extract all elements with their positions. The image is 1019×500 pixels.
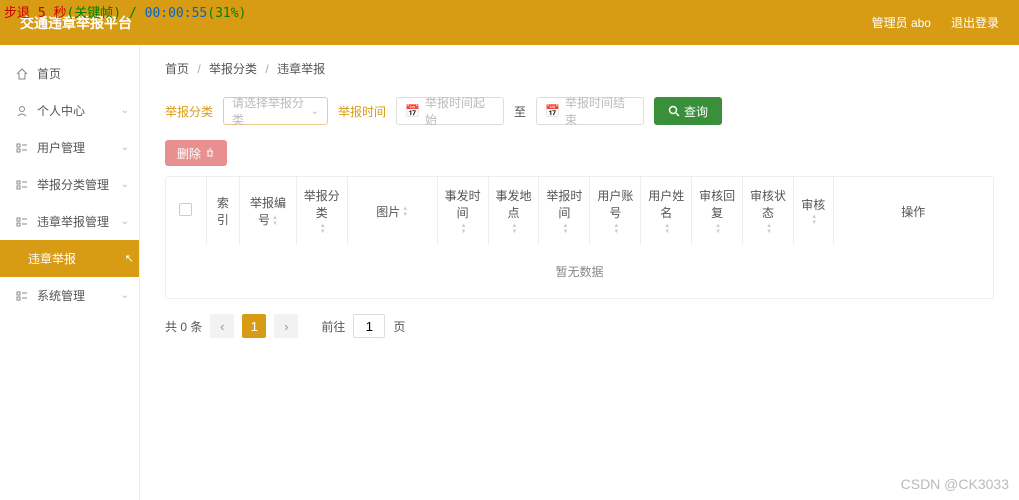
sidebar-item-label: 举报分类管理 [37, 176, 109, 193]
sort-icon[interactable] [461, 223, 467, 235]
breadcrumb: 首页 / 举报分类 / 违章举报 [165, 60, 994, 77]
query-button[interactable]: 查询 [654, 97, 722, 125]
select-placeholder: 请选择举报分类 [232, 94, 311, 128]
cursor-icon: ↖ [125, 252, 134, 265]
to-label: 至 [514, 103, 526, 120]
category-select[interactable]: 请选择举报分类 ⌄ [223, 97, 328, 125]
chevron-down-icon: ⌄ [311, 106, 319, 117]
chevron-down-icon: ⌄ [121, 179, 129, 190]
chevron-down-icon: ⌄ [121, 216, 129, 227]
col-username: 用户姓名 [641, 177, 692, 245]
calendar-icon: 📅 [405, 104, 420, 118]
debug-overlay: 步退 5 秒(关键帧) / 00:00:55(31%) [0, 0, 250, 23]
empty-text: 暂无数据 [166, 245, 993, 298]
header-right: 管理员 abo 退出登录 [872, 14, 999, 31]
filter-time-label: 举报时间 [338, 103, 386, 120]
next-page-button[interactable]: › [274, 314, 298, 338]
sort-icon[interactable] [664, 223, 670, 235]
chevron-down-icon: ⌄ [121, 105, 129, 116]
query-label: 查询 [684, 103, 708, 120]
col-audit: 审核 [794, 177, 833, 245]
main-content: 首页 / 举报分类 / 违章举报 举报分类 请选择举报分类 ⌄ 举报时间 📅 举… [140, 45, 1019, 500]
sidebar-item-label: 系统管理 [37, 287, 85, 304]
col-ops: 操作 [833, 177, 993, 245]
col-status: 审核状态 [743, 177, 794, 245]
sidebar-item-category[interactable]: 举报分类管理 ⌄ [0, 166, 139, 203]
sort-icon[interactable] [715, 223, 721, 235]
sidebar-item-profile[interactable]: 个人中心 ⌄ [0, 92, 139, 129]
user-icon [15, 104, 29, 118]
sidebar-item-users[interactable]: 用户管理 ⌄ [0, 129, 139, 166]
page-suffix: 页 [393, 318, 405, 335]
sidebar-item-label: 个人中心 [37, 102, 85, 119]
col-index: 索引 [206, 177, 240, 245]
admin-label[interactable]: 管理员 abo [872, 14, 931, 31]
sort-icon[interactable] [811, 214, 817, 226]
sidebar-item-label: 违章举报管理 [37, 213, 109, 230]
col-category: 举报分类 [296, 177, 347, 245]
sidebar-item-report[interactable]: 违章举报 ↖ [0, 240, 139, 277]
start-date-input[interactable]: 📅 举报时间起始 [396, 97, 504, 125]
col-image: 图片 [347, 177, 437, 245]
sidebar-item-report-mgmt[interactable]: 违章举报管理 ⌄ [0, 203, 139, 240]
goto-input[interactable] [353, 314, 385, 338]
col-report-time: 举报时间 [539, 177, 590, 245]
sort-icon[interactable] [613, 223, 619, 235]
list-icon [15, 178, 29, 192]
col-reply: 审核回复 [692, 177, 743, 245]
list-icon [15, 215, 29, 229]
table-wrap: 索引 举报编号 举报分类 图片 事发时间 事发地点 举报时间 用户账号 用户姓名… [165, 176, 994, 299]
sidebar-item-label: 首页 [37, 65, 61, 82]
breadcrumb-home[interactable]: 首页 [165, 62, 189, 76]
filter-category-label: 举报分类 [165, 103, 213, 120]
page-1-button[interactable]: 1 [242, 314, 266, 338]
watermark: CSDN @CK3033 [901, 476, 1009, 492]
goto-label: 前往 [321, 318, 345, 335]
sidebar-item-system[interactable]: 系统管理 ⌄ [0, 277, 139, 314]
chevron-down-icon: ⌄ [121, 290, 129, 301]
chevron-down-icon: ⌄ [121, 142, 129, 153]
col-account: 用户账号 [590, 177, 641, 245]
col-event-loc: 事发地点 [488, 177, 539, 245]
data-table: 索引 举报编号 举报分类 图片 事发时间 事发地点 举报时间 用户账号 用户姓名… [166, 177, 993, 298]
sort-icon[interactable] [320, 223, 326, 235]
breadcrumb-current: 违章举报 [277, 62, 325, 76]
sort-icon[interactable] [562, 223, 568, 235]
search-icon [668, 105, 680, 117]
sort-icon[interactable] [272, 215, 278, 227]
filter-row: 举报分类 请选择举报分类 ⌄ 举报时间 📅 举报时间起始 至 📅 举报时间结束 … [165, 97, 994, 125]
sort-icon[interactable] [402, 206, 408, 218]
trash-icon [205, 148, 215, 158]
list-icon [15, 289, 29, 303]
sidebar-item-label: 违章举报 [28, 250, 76, 267]
date-placeholder: 举报时间结束 [565, 94, 635, 128]
pagination: 共 0 条 ‹ 1 › 前往 页 [165, 314, 994, 338]
sidebar-item-home[interactable]: 首页 [0, 55, 139, 92]
col-report-no: 举报编号 [240, 177, 297, 245]
date-placeholder: 举报时间起始 [425, 94, 495, 128]
col-event-time: 事发时间 [437, 177, 488, 245]
delete-label: 删除 [177, 145, 201, 162]
sidebar-item-label: 用户管理 [37, 139, 85, 156]
home-icon [15, 67, 29, 81]
calendar-icon: 📅 [545, 104, 560, 118]
sidebar: 首页 个人中心 ⌄ 用户管理 ⌄ 举报分类管理 ⌄ 违章举报管理 ⌄ 违章举报 … [0, 45, 140, 500]
sort-icon[interactable] [766, 223, 772, 235]
total-label: 共 0 条 [165, 318, 202, 335]
sort-icon[interactable] [512, 223, 518, 235]
select-all-checkbox[interactable] [179, 203, 192, 216]
logout-link[interactable]: 退出登录 [951, 14, 999, 31]
empty-row: 暂无数据 [166, 245, 993, 298]
list-icon [15, 141, 29, 155]
end-date-input[interactable]: 📅 举报时间结束 [536, 97, 644, 125]
breadcrumb-cat[interactable]: 举报分类 [209, 62, 257, 76]
prev-page-button[interactable]: ‹ [210, 314, 234, 338]
delete-button[interactable]: 删除 [165, 140, 227, 166]
